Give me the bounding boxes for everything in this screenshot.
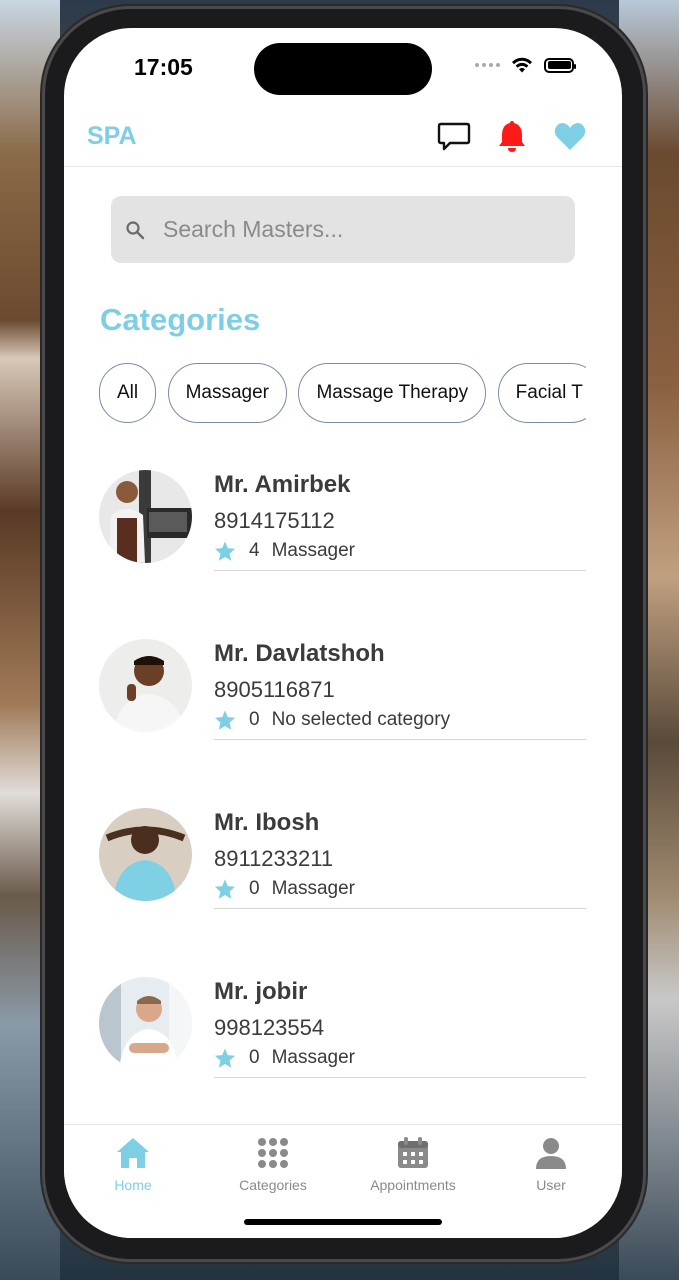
dynamic-island bbox=[254, 43, 432, 95]
brand-title: SPA bbox=[87, 122, 137, 150]
avatar bbox=[99, 808, 192, 901]
master-info: Mr. jobir 998123554 0 Massager bbox=[214, 977, 586, 1078]
master-category: No selected category bbox=[271, 709, 451, 730]
search-bar bbox=[111, 196, 575, 263]
master-list-item[interactable]: Mr. Amirbek 8914175112 4 Massager bbox=[99, 470, 586, 571]
master-meta: 0 Massager bbox=[214, 1047, 355, 1069]
home-indicator bbox=[244, 1219, 442, 1225]
master-meta: 4 Massager bbox=[214, 540, 355, 562]
tab-label: Categories bbox=[239, 1177, 307, 1193]
master-rating: 0 bbox=[249, 1047, 260, 1068]
master-rating: 4 bbox=[249, 540, 260, 561]
master-name: Mr. Amirbek bbox=[214, 471, 351, 498]
wifi-icon bbox=[512, 57, 532, 73]
avatar bbox=[99, 639, 192, 732]
category-chip-facial[interactable]: Facial T bbox=[497, 363, 586, 423]
avatar bbox=[99, 977, 192, 1070]
category-chips: All Massager Massage Therapy Facial T bbox=[99, 363, 586, 429]
phone-screen: 17:05 SPA Categories All bbox=[64, 28, 622, 1238]
master-phone: 8905116871 bbox=[214, 677, 335, 702]
search-icon bbox=[126, 220, 145, 239]
master-rating: 0 bbox=[249, 709, 260, 730]
avatar bbox=[99, 470, 192, 563]
battery-icon bbox=[544, 57, 576, 73]
star-icon bbox=[214, 541, 236, 561]
master-category: Massager bbox=[271, 1047, 355, 1068]
master-category: Massager bbox=[271, 540, 355, 561]
search-input[interactable] bbox=[161, 215, 545, 244]
master-meta: 0 Massager bbox=[214, 878, 355, 900]
master-phone: 8914175112 bbox=[214, 508, 335, 533]
tab-appointments[interactable]: Appointments bbox=[348, 1135, 478, 1193]
cellular-signal-icon bbox=[475, 63, 500, 67]
master-phone: 998123554 bbox=[214, 1015, 325, 1040]
grid-icon bbox=[258, 1138, 288, 1168]
category-chip-all[interactable]: All bbox=[99, 363, 157, 423]
star-icon bbox=[214, 1048, 236, 1068]
heart-icon[interactable] bbox=[552, 118, 588, 154]
star-icon bbox=[214, 879, 236, 899]
app-header: SPA bbox=[64, 108, 622, 167]
master-name: Mr. Ibosh bbox=[214, 809, 320, 836]
category-chip-massager[interactable]: Massager bbox=[167, 363, 287, 423]
master-name: Mr. jobir bbox=[214, 978, 308, 1005]
master-info: Mr. Amirbek 8914175112 4 Massager bbox=[214, 470, 586, 571]
tab-categories[interactable]: Categories bbox=[208, 1135, 338, 1193]
master-category: Massager bbox=[271, 878, 355, 899]
status-icons bbox=[475, 56, 576, 74]
calendar-icon bbox=[398, 1137, 428, 1168]
master-meta: 0 No selected category bbox=[214, 709, 450, 731]
tab-label: Home bbox=[114, 1177, 152, 1193]
master-list-item[interactable]: Mr. jobir 998123554 0 Massager bbox=[99, 977, 586, 1078]
star-icon bbox=[214, 710, 236, 730]
home-icon bbox=[117, 1138, 149, 1168]
tab-label: User bbox=[536, 1177, 566, 1193]
master-list-item[interactable]: Mr. Ibosh 8911233211 0 Massager bbox=[99, 808, 586, 909]
master-rating: 0 bbox=[249, 878, 260, 899]
master-info: Mr. Ibosh 8911233211 0 Massager bbox=[214, 808, 586, 909]
category-chip-massage-therapy[interactable]: Massage Therapy bbox=[298, 363, 487, 423]
user-icon bbox=[536, 1138, 566, 1169]
tab-label: Appointments bbox=[370, 1177, 456, 1193]
tab-home[interactable]: Home bbox=[68, 1135, 198, 1193]
master-name: Mr. Davlatshoh bbox=[214, 640, 385, 667]
master-phone: 8911233211 bbox=[214, 846, 334, 871]
status-time: 17:05 bbox=[134, 54, 193, 80]
master-list-item[interactable]: Mr. Davlatshoh 8905116871 0 No selected … bbox=[99, 639, 586, 740]
chat-icon[interactable] bbox=[436, 118, 472, 154]
categories-title: Categories bbox=[100, 302, 261, 337]
tab-user[interactable]: User bbox=[486, 1135, 616, 1193]
master-info: Mr. Davlatshoh 8905116871 0 No selected … bbox=[214, 639, 586, 740]
bell-icon[interactable] bbox=[494, 118, 530, 154]
